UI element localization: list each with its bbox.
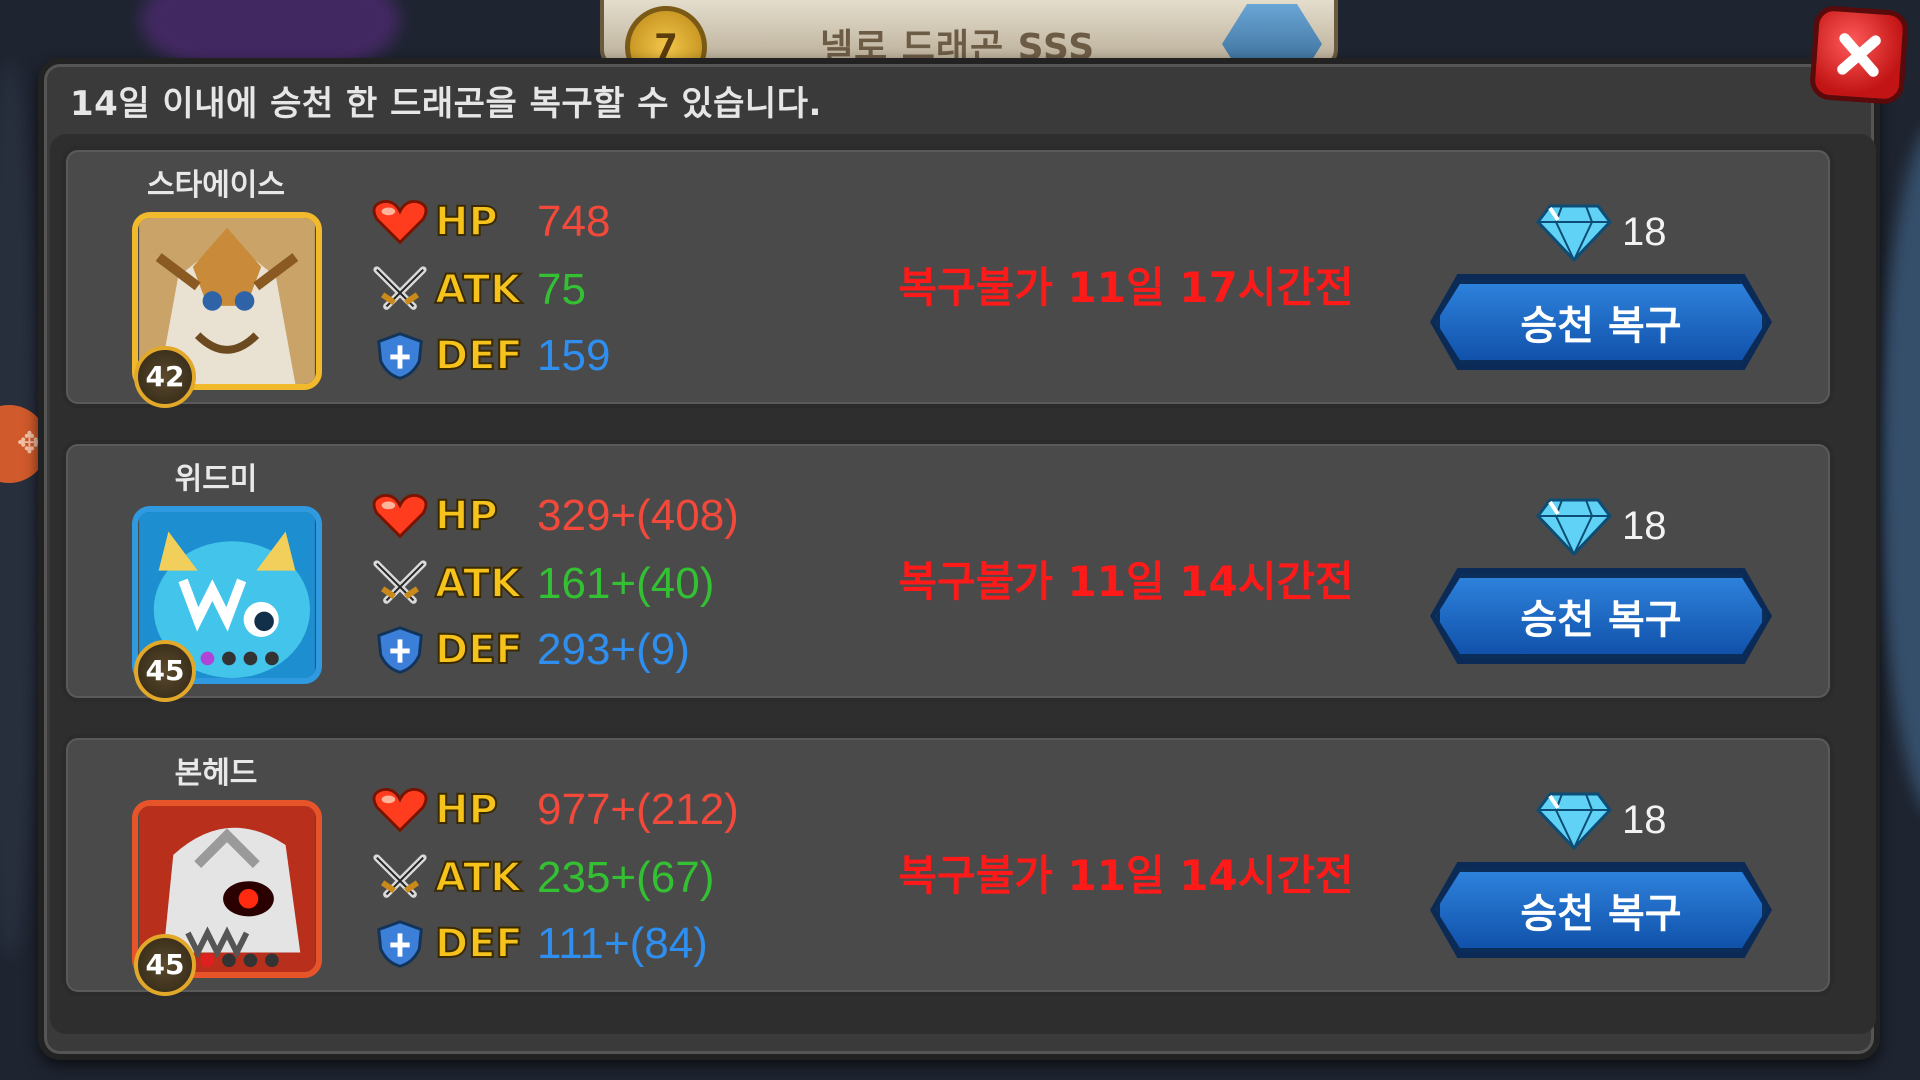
shield-icon [377,332,423,380]
heart-icon [372,787,428,833]
restore-button[interactable]: 승천 복구 [1436,868,1766,952]
def-row: DEF 293+(9) [371,620,690,680]
price: 18 [1536,790,1667,850]
atk-value: 161+(40) [537,559,715,608]
atk-row: ATK 75 [371,260,586,320]
def-label: DEF [434,332,524,380]
hp-row: HP 748 [371,192,610,252]
close-button[interactable] [1808,4,1910,106]
dragon-card: 본헤드 45 HP 977+(212) ATK 235+(67) DEF 111… [62,734,1834,996]
def-value: 111+(84) [537,919,708,968]
atk-label: ATK [434,266,522,314]
close-icon [1837,33,1881,77]
def-label: DEF [434,920,524,968]
diamond-icon [1536,498,1612,556]
restore-deadline: 복구불가 11일 14시간전 [898,851,1354,900]
atk-row: ATK 235+(67) [371,848,714,908]
price-amount: 18 [1622,209,1667,254]
price: 18 [1536,496,1667,556]
restore-button[interactable]: 승천 복구 [1436,574,1766,658]
hp-value: 329+(408) [537,491,739,540]
def-value: 159 [537,331,611,380]
hp-value: 748 [537,197,611,246]
shield-icon [377,920,423,968]
atk-value: 235+(67) [537,853,715,902]
dragon-name: 스타에이스 [147,168,285,203]
hp-label: HP [434,198,499,246]
def-value: 293+(9) [537,625,690,674]
dragon-name: 위드미 [174,462,258,497]
dialog-notice: 14일 이내에 승천 한 드래곤을 복구할 수 있습니다. [70,84,822,124]
level-badge: 45 [134,934,196,996]
dragon-card: 위드미 45 HP 329+(408) ATK 161+(40) DEF 293… [62,440,1834,702]
def-row: DEF 159 [371,326,610,386]
atk-row: ATK 161+(40) [371,554,714,614]
bg-shape [0,60,40,960]
def-row: DEF 111+(84) [371,914,708,974]
restore-button[interactable]: 승천 복구 [1436,280,1766,364]
price-amount: 18 [1622,797,1667,842]
atk-label: ATK [434,854,522,902]
level-badge: 42 [134,346,196,408]
heart-icon [372,493,428,539]
price: 18 [1536,202,1667,262]
price-amount: 18 [1622,503,1667,548]
dragon-card: 스타에이스 42 HP 748 ATK 75 DEF 159 복구불가 11일 … [62,146,1834,408]
atk-label: ATK [434,560,522,608]
restore-deadline: 복구불가 11일 14시간전 [898,557,1354,606]
crossed-swords-icon [373,854,427,898]
crossed-swords-icon [373,266,427,310]
dragon-name: 본헤드 [174,756,258,791]
diamond-icon [1536,204,1612,262]
diamond-icon [1536,792,1612,850]
bg-shape [1880,120,1920,820]
hp-row: HP 329+(408) [371,486,739,546]
def-label: DEF [434,626,524,674]
atk-value: 75 [537,265,586,314]
hp-value: 977+(212) [537,785,739,834]
restore-deadline: 복구불가 11일 17시간전 [898,263,1354,312]
hp-label: HP [434,786,499,834]
level-badge: 45 [134,640,196,702]
hp-row: HP 977+(212) [371,780,739,840]
heart-icon [372,199,428,245]
hp-label: HP [434,492,499,540]
shield-icon [377,626,423,674]
crossed-swords-icon [373,560,427,604]
